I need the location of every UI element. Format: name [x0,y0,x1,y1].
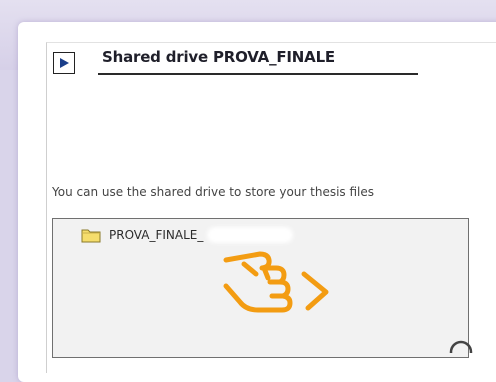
expand-button[interactable] [53,52,75,74]
title-underline [98,73,418,75]
folder-name: PROVA_FINALE_ [109,228,204,242]
description-text: You can use the shared drive to store yo… [52,185,375,199]
play-icon [60,58,69,68]
folder-icon [81,229,101,243]
page-title: Shared drive PROVA_FINALE [102,48,335,66]
search-icon[interactable] [446,337,476,353]
header-row [53,50,75,76]
list-item[interactable]: PROVA_FINALE_ [81,227,294,243]
hand-pointer-icon [223,251,329,313]
redacted-patch [207,227,294,243]
